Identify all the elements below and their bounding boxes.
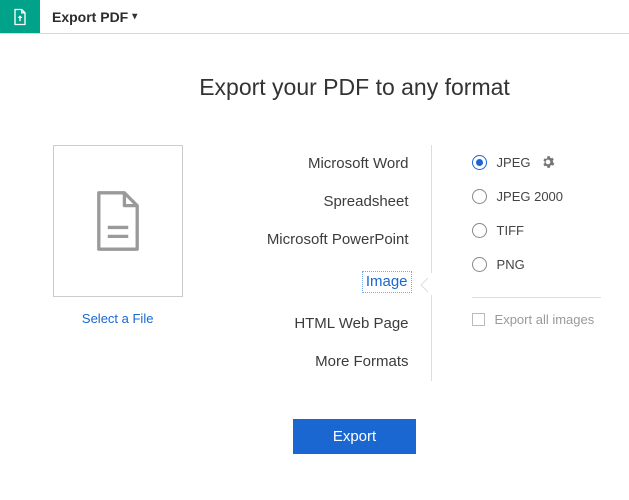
subformat-list: JPEG JPEG 2000 TIFF PNG Export all image — [462, 145, 601, 327]
selection-notch — [418, 273, 432, 295]
export-pdf-icon-tile — [0, 0, 40, 33]
toolbar-title-dropdown[interactable]: Export PDF ▾ — [40, 0, 149, 33]
divider — [472, 297, 601, 298]
export-button-row: Export — [108, 419, 601, 454]
gear-icon[interactable] — [541, 155, 555, 169]
format-option-image[interactable]: Image — [362, 271, 412, 293]
subformat-option-png[interactable]: PNG — [472, 247, 601, 281]
subformat-label: JPEG 2000 — [497, 189, 564, 204]
format-option-image-wrap: Image — [227, 259, 430, 305]
main-panel: Export your PDF to any format Select a F… — [0, 34, 629, 474]
select-file-link[interactable]: Select a File — [82, 311, 154, 326]
format-option-html[interactable]: HTML Web Page — [227, 305, 430, 343]
format-option-spreadsheet[interactable]: Spreadsheet — [227, 183, 430, 221]
subformat-option-jpeg2000[interactable]: JPEG 2000 — [472, 179, 601, 213]
radio-icon — [472, 257, 487, 272]
format-option-more[interactable]: More Formats — [227, 343, 430, 381]
export-all-images-checkbox[interactable]: Export all images — [472, 312, 601, 327]
subformat-option-tiff[interactable]: TIFF — [472, 213, 601, 247]
subformat-option-jpeg[interactable]: JPEG — [472, 145, 601, 179]
radio-icon — [472, 223, 487, 238]
caret-down-icon: ▾ — [132, 11, 137, 22]
content-row: Select a File Microsoft Word Spreadsheet… — [28, 145, 601, 381]
page-title: Export your PDF to any format — [108, 74, 601, 101]
format-list: Microsoft Word Spreadsheet Microsoft Pow… — [227, 145, 431, 381]
export-button[interactable]: Export — [293, 419, 416, 454]
radio-icon — [472, 155, 487, 170]
format-option-powerpoint[interactable]: Microsoft PowerPoint — [227, 221, 430, 259]
checkbox-icon — [472, 313, 485, 326]
toolbar-title-text: Export PDF — [52, 9, 128, 25]
file-panel: Select a File — [28, 145, 197, 326]
export-pdf-icon — [10, 7, 30, 27]
format-option-word[interactable]: Microsoft Word — [227, 145, 430, 183]
toolbar: Export PDF ▾ — [0, 0, 629, 34]
radio-icon — [472, 189, 487, 204]
subformat-label: JPEG — [497, 155, 531, 170]
export-all-images-label: Export all images — [495, 312, 595, 327]
file-drop-area[interactable] — [53, 145, 183, 297]
subformat-label: PNG — [497, 257, 525, 272]
subformat-label: TIFF — [497, 223, 524, 238]
document-icon — [92, 189, 144, 253]
